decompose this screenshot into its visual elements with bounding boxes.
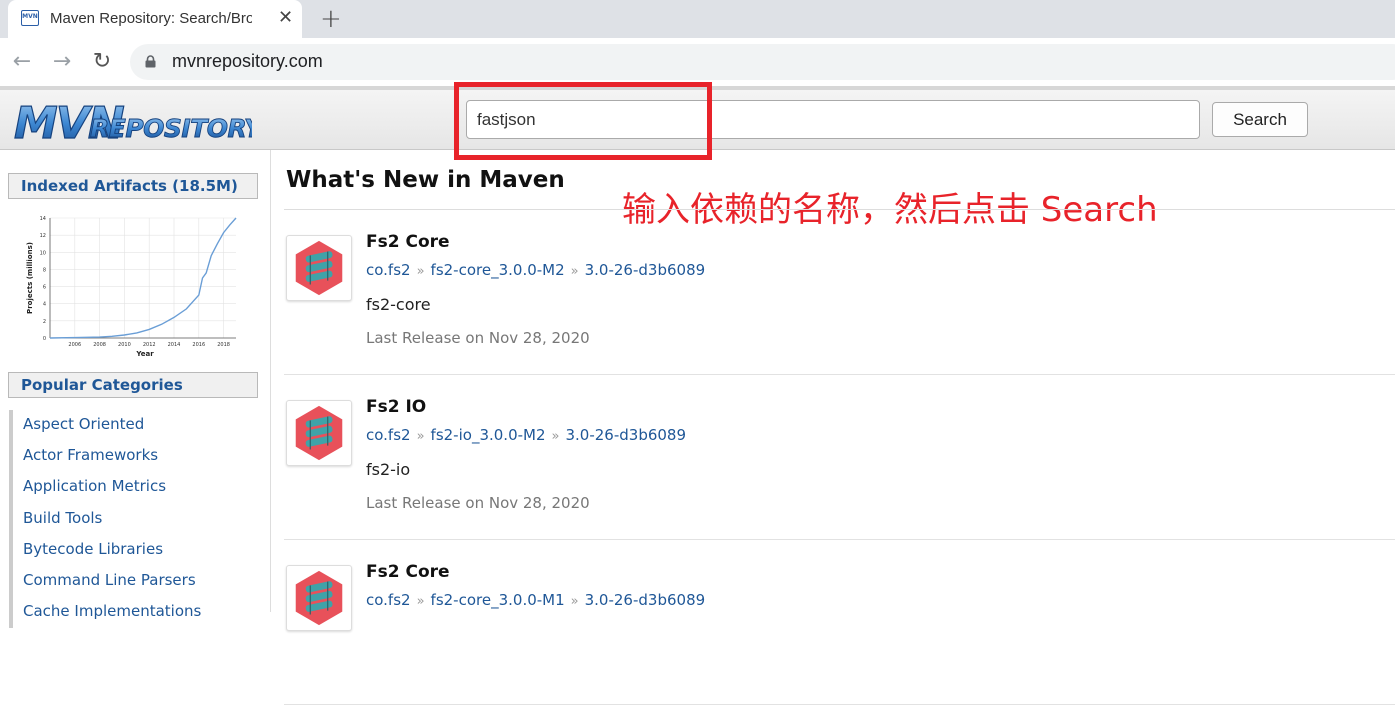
chart-x-tick-label: 2010: [118, 342, 131, 348]
group-id-link[interactable]: co.fs2: [366, 591, 411, 609]
url-text: mvnrepository.com: [172, 51, 323, 71]
breadcrumb-separator-icon: »: [416, 429, 425, 444]
chart-y-tick-label: 8: [43, 267, 46, 273]
browser-tab[interactable]: MVN Maven Repository: Search/Browse/Expl…: [8, 0, 302, 38]
artifact-id-link[interactable]: fs2-io_3.0.0-M2: [431, 426, 546, 444]
group-id-link[interactable]: co.fs2: [366, 261, 411, 279]
chart-y-tick-label: 0: [43, 336, 46, 342]
forward-arrow-icon[interactable]: →: [48, 46, 76, 78]
chart-x-tick-label: 2014: [168, 342, 181, 348]
search-button[interactable]: Search: [1212, 102, 1308, 137]
chart-x-axis-label: Year: [135, 350, 154, 358]
version-link[interactable]: 3.0-26-d3b6089: [585, 591, 706, 609]
chart-y-tick-label: 2: [43, 319, 46, 325]
mvnrepository-logo[interactable]: MVN REPOSITORY: [12, 96, 252, 146]
tab-title: Maven Repository: Search/Browse/Explore: [50, 10, 252, 27]
version-link[interactable]: 3.0-26-d3b6089: [585, 261, 706, 279]
chart-x-tick-label: 2018: [217, 342, 230, 348]
last-release: Last Release on Nov 28, 2020: [366, 494, 590, 512]
site-header: MVN REPOSITORY fastjson Search: [0, 86, 1395, 150]
indexed-artifacts-header[interactable]: Indexed Artifacts (18.5M): [8, 173, 258, 199]
category-link[interactable]: Command Line Parsers: [9, 565, 259, 598]
artifact-item: Fs2 IO co.fs2 » fs2-io_3.0.0-M2 » 3.0-26-d3b6…: [284, 375, 1395, 540]
page-title: What's New in Maven: [286, 167, 565, 193]
artifact-id-link[interactable]: fs2-core_3.0.0-M1: [431, 591, 565, 609]
main-content: What's New in Maven 输入依赖的名称，然后点击 Search …: [272, 150, 1395, 705]
chart-x-tick-label: 2008: [93, 342, 106, 348]
version-link[interactable]: 3.0-26-d3b6089: [565, 426, 686, 444]
artifact-name[interactable]: Fs2 IO: [366, 397, 426, 417]
lock-icon: [145, 55, 156, 68]
breadcrumb-separator-icon: »: [570, 264, 579, 279]
artifact-growth-chart: 0 2 4 6 8 10 12 14 2006 2008 2010 2012 2014 2016 2018 Y…: [26, 216, 237, 358]
chart-x-tick-label: 2016: [192, 342, 205, 348]
artifact-coordinates: co.fs2 » fs2-core_3.0.0-M2 » 3.0-26-d3b6089: [366, 261, 705, 279]
category-list: Aspect Oriented Actor Frameworks Applicati…: [9, 410, 259, 629]
category-link[interactable]: Aspect Oriented: [9, 410, 259, 442]
new-tab-plus-icon[interactable]: +: [320, 5, 342, 33]
category-link[interactable]: Bytecode Libraries: [9, 534, 259, 566]
scala-library-icon[interactable]: [286, 565, 352, 631]
breadcrumb-separator-icon: »: [416, 594, 425, 609]
search-input[interactable]: fastjson: [466, 100, 1200, 139]
chart-y-axis-label: Projects (millions): [26, 242, 34, 314]
artifact-name[interactable]: Fs2 Core: [366, 562, 450, 582]
category-link[interactable]: Build Tools: [9, 503, 259, 535]
reload-icon[interactable]: ↻: [88, 46, 116, 78]
back-arrow-icon[interactable]: ←: [8, 46, 36, 78]
artifact-coordinates: co.fs2 » fs2-io_3.0.0-M2 » 3.0-26-d3b6089: [366, 426, 686, 444]
browser-toolbar: ← → ↻ mvnrepository.com: [0, 38, 1395, 86]
chart-y-tick-label: 10: [40, 250, 46, 256]
artifact-item: Fs2 Core co.fs2 » fs2-core_3.0.0-M1 » 3.0-26-…: [284, 540, 1395, 705]
artifact-id-link[interactable]: fs2-core_3.0.0-M2: [431, 261, 565, 279]
category-link[interactable]: Actor Frameworks: [9, 441, 259, 473]
category-link[interactable]: Cache Implementations: [9, 597, 259, 629]
last-release: Last Release on Nov 28, 2020: [366, 329, 590, 347]
breadcrumb-separator-icon: »: [551, 429, 560, 444]
scala-library-icon[interactable]: [286, 235, 352, 301]
mvn-favicon-icon: MVN: [21, 10, 39, 26]
chart-y-tick-label: 12: [40, 233, 46, 239]
scala-library-icon[interactable]: [286, 400, 352, 466]
chart-x-tick-label: 2012: [143, 342, 156, 348]
breadcrumb-separator-icon: »: [416, 264, 425, 279]
chart-y-tick-label: 14: [40, 216, 46, 222]
artifact-name[interactable]: Fs2 Core: [366, 232, 450, 252]
category-link[interactable]: Application Metrics: [9, 472, 259, 504]
artifact-coordinates: co.fs2 » fs2-core_3.0.0-M1 » 3.0-26-d3b6089: [366, 591, 705, 609]
svg-text:REPOSITORY: REPOSITORY: [90, 114, 252, 143]
chart-y-tick-label: 6: [43, 285, 46, 291]
breadcrumb-separator-icon: »: [570, 594, 579, 609]
group-id-link[interactable]: co.fs2: [366, 426, 411, 444]
artifact-description: fs2-core: [366, 295, 431, 314]
artifact-description: fs2-io: [366, 460, 411, 479]
popular-categories-header[interactable]: Popular Categories: [8, 372, 258, 398]
chart-series-line: [49, 217, 237, 339]
browser-tabstrip: MVN Maven Repository: Search/Browse/Expl…: [0, 0, 1395, 38]
address-bar[interactable]: mvnrepository.com: [130, 44, 1395, 80]
tab-close-icon[interactable]: ✕: [278, 7, 293, 29]
chart-x-tick-label: 2006: [68, 342, 81, 348]
artifact-item: Fs2 Core co.fs2 » fs2-core_3.0.0-M2 » 3.0-26-…: [284, 210, 1395, 375]
chart-y-tick-label: 4: [43, 302, 46, 308]
sidebar: Indexed Artifacts (18.5M) 0 2 4 6 8 10 12 14 200…: [0, 150, 271, 629]
